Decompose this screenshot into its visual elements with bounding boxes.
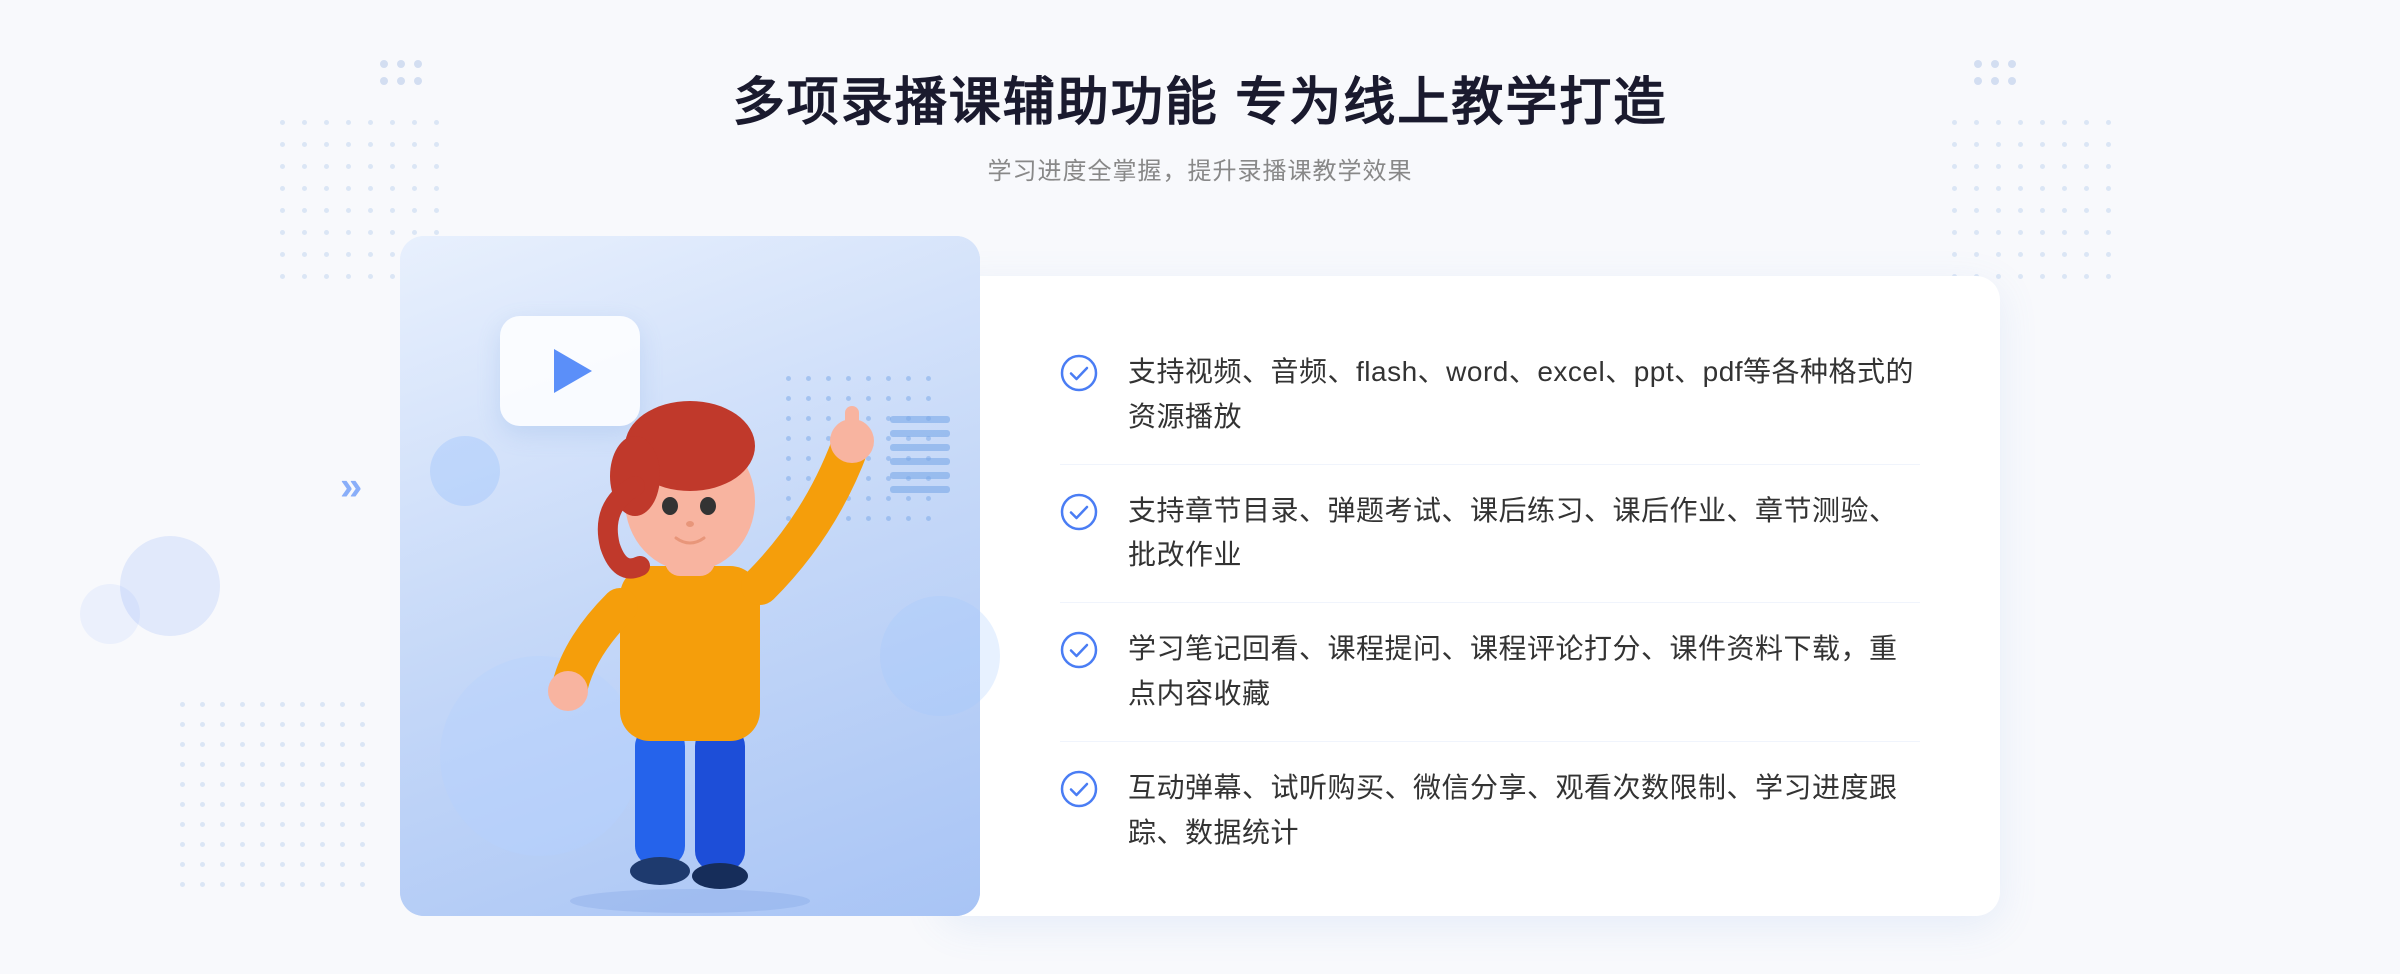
title-dots-right bbox=[1974, 60, 2020, 89]
page-subtitle: 学习进度全掌握，提升录播课教学效果 bbox=[733, 151, 1667, 186]
character-illustration bbox=[480, 346, 900, 916]
feature-text-1: 支持视频、音频、flash、word、excel、ppt、pdf等各种格式的资源… bbox=[1128, 350, 1920, 440]
feature-text-2: 支持章节目录、弹题考试、课后练习、课后作业、章节测验、批改作业 bbox=[1128, 489, 1920, 579]
title-row: 多项录播课辅助功能 专为线上教学打造 bbox=[733, 60, 1667, 135]
feature-item-1: 支持视频、音频、flash、word、excel、ppt、pdf等各种格式的资源… bbox=[1060, 326, 1920, 465]
side-circle-small bbox=[80, 584, 140, 644]
feature-text-3: 学习笔记回看、课程提问、课程评论打分、课件资料下载，重点内容收藏 bbox=[1128, 627, 1920, 717]
feature-item-4: 互动弹幕、试听购买、微信分享、观看次数限制、学习进度跟踪、数据统计 bbox=[1060, 742, 1920, 880]
feature-item-3: 学习笔记回看、课程提问、课程评论打分、课件资料下载，重点内容收藏 bbox=[1060, 603, 1920, 742]
feature-text-4: 互动弹幕、试听购买、微信分享、观看次数限制、学习进度跟踪、数据统计 bbox=[1128, 766, 1920, 856]
content-area: 支持视频、音频、flash、word、excel、ppt、pdf等各种格式的资源… bbox=[400, 236, 2000, 916]
check-circle-icon-4 bbox=[1060, 770, 1098, 808]
page-title: 多项录播课辅助功能 专为线上教学打造 bbox=[733, 60, 1667, 135]
title-dots-left bbox=[380, 60, 426, 89]
check-circle-icon-2 bbox=[1060, 493, 1098, 531]
check-circle-icon-1 bbox=[1060, 354, 1098, 392]
decorative-dots-bottom bbox=[180, 702, 372, 894]
illustration-card bbox=[400, 236, 980, 916]
feature-panel: 支持视频、音频、flash、word、excel、ppt、pdf等各种格式的资源… bbox=[940, 276, 2000, 916]
check-circle-icon-3 bbox=[1060, 631, 1098, 669]
header-section: 多项录播课辅助功能 专为线上教学打造 学习进度全掌握，提升录播课教学效果 bbox=[733, 60, 1667, 186]
feature-item-2: 支持章节目录、弹题考试、课后练习、课后作业、章节测验、批改作业 bbox=[1060, 465, 1920, 604]
page-container: » 多项录播课辅助功能 专为线上教学打造 学习进度全掌握，提升录播课教学效果 bbox=[0, 0, 2400, 974]
left-chevron-icon: » bbox=[340, 465, 362, 510]
